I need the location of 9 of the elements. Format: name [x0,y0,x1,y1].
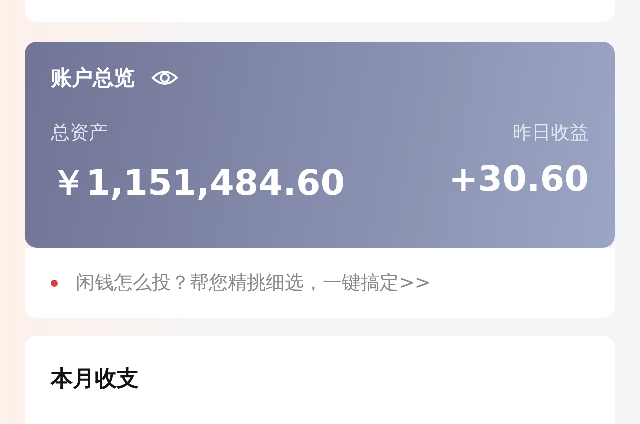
account-title: 账户总览 [51,65,135,92]
yesterday-earnings-value: +30.60 [448,160,589,202]
monthly-title: 本月收支 [51,367,139,392]
tip-banner[interactable]: 闲钱怎么投？帮您精挑细选，一键搞定>> [25,248,615,318]
eye-icon[interactable] [151,69,179,87]
yesterday-earnings-label: 昨日收益 [513,121,589,146]
tip-text: 闲钱怎么投？帮您精挑细选，一键搞定>> [76,271,431,296]
total-assets-value: ￥1,151,484.60 [51,163,346,206]
total-assets-label: 总资产 [51,121,108,146]
